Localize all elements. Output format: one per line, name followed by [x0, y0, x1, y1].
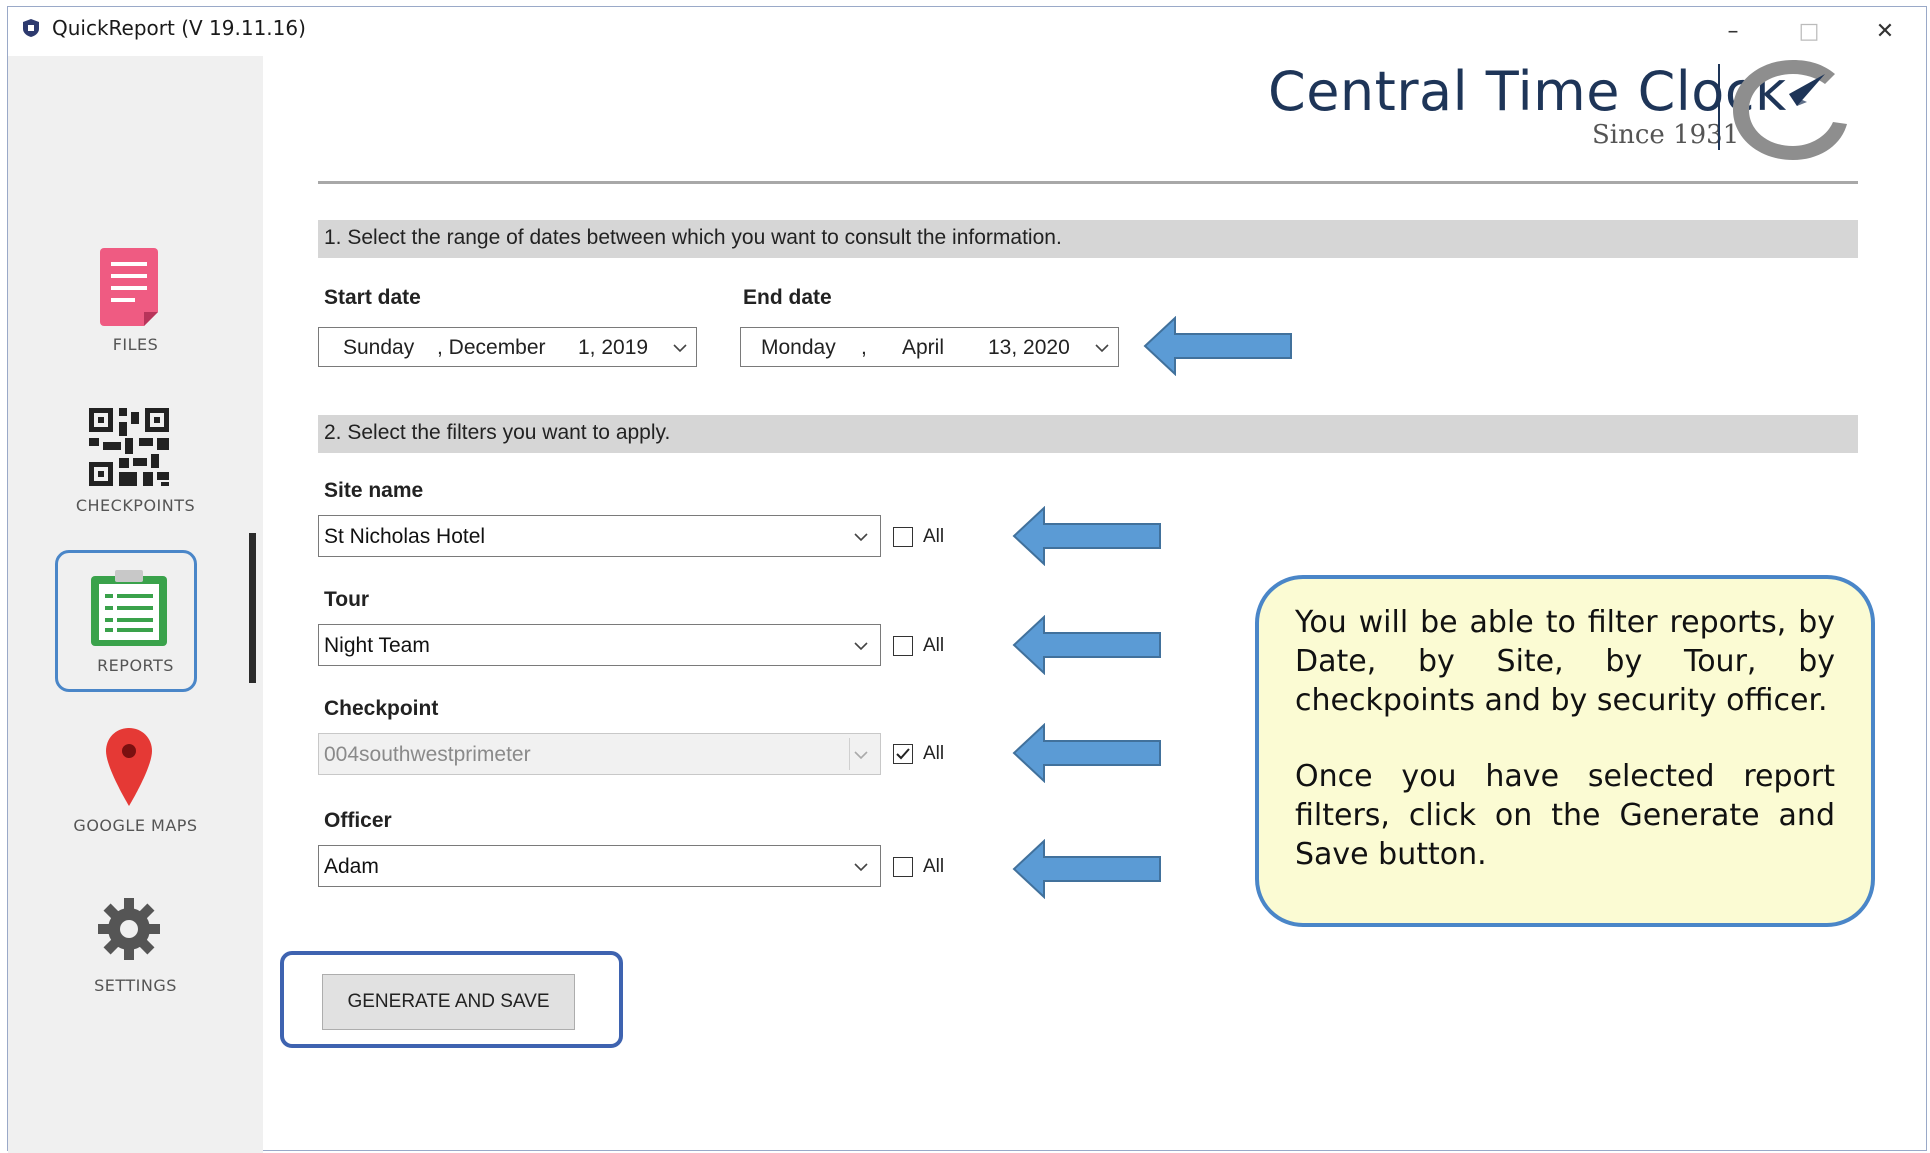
- start-month: , December: [437, 336, 546, 359]
- instruction-callout: You will be able to filter reports, by D…: [1255, 575, 1875, 927]
- logo-divider: [1718, 64, 1720, 150]
- checkmark-icon: [896, 748, 910, 760]
- app-icon: [22, 18, 40, 38]
- tour-all-checkbox[interactable]: [893, 636, 913, 656]
- qr-code-icon: [89, 408, 169, 490]
- end-comma: ,: [861, 336, 867, 359]
- arrow-left-icon: [1012, 506, 1161, 566]
- start-date-picker[interactable]: Sunday , December 1, 2019: [318, 327, 697, 367]
- window-title: QuickReport (V 19.11.16): [52, 16, 306, 40]
- gear-icon: [98, 898, 160, 964]
- start-day-year: 1, 2019: [578, 336, 649, 359]
- map-pin-icon: [106, 728, 152, 810]
- chevron-down-icon: [854, 533, 868, 542]
- sidebar-item-google-maps[interactable]: GOOGLE MAPS: [8, 816, 263, 835]
- section-2-bar: 2. Select the filters you want to apply.: [318, 415, 1858, 453]
- officer-all-label: All: [923, 856, 945, 877]
- minimize-button[interactable]: –: [1696, 8, 1770, 54]
- arrow-left-icon: [1012, 839, 1161, 899]
- arrow-left-icon: [1012, 615, 1161, 675]
- officer-select[interactable]: Adam: [318, 845, 881, 887]
- officer-label: Officer: [324, 809, 392, 832]
- end-date-picker[interactable]: Monday , April 13, 2020: [740, 327, 1119, 367]
- end-month: April: [902, 336, 945, 359]
- checkpoint-all-checkbox[interactable]: [893, 744, 913, 764]
- site-all-checkbox[interactable]: [893, 527, 913, 547]
- sidebar-scrollbar[interactable]: [249, 533, 256, 683]
- end-day-year: 13, 2020: [988, 336, 1070, 359]
- checkpoint-value: 004southwestprimeter: [324, 743, 531, 766]
- arrow-left-icon: [1143, 316, 1292, 376]
- start-date-label: Start date: [324, 286, 421, 309]
- officer-all-checkbox[interactable]: [893, 857, 913, 877]
- end-weekday: Monday: [761, 336, 836, 359]
- chevron-down-icon: [854, 751, 868, 760]
- sidebar-item-checkpoints[interactable]: CHECKPOINTS: [8, 496, 263, 515]
- end-date-label: End date: [743, 286, 832, 309]
- chevron-down-icon: [673, 344, 687, 353]
- site-all-label: All: [923, 526, 945, 547]
- tour-select[interactable]: Night Team: [318, 624, 881, 666]
- officer-value: Adam: [324, 855, 379, 878]
- close-button[interactable]: ✕: [1848, 8, 1922, 54]
- site-name-label: Site name: [324, 479, 424, 502]
- chevron-down-icon: [854, 642, 868, 651]
- sidebar-item-reports[interactable]: REPORTS: [8, 656, 263, 675]
- callout-paragraph-2: Once you have selected report filters, c…: [1295, 759, 1835, 872]
- chevron-down-icon: [1095, 344, 1109, 353]
- callout-paragraph-1: You will be able to filter reports, by D…: [1295, 605, 1835, 718]
- start-weekday: Sunday: [343, 336, 415, 359]
- maximize-button[interactable]: □: [1772, 8, 1846, 54]
- sidebar-item-settings[interactable]: SETTINGS: [8, 976, 263, 995]
- tour-value: Night Team: [324, 634, 430, 657]
- tour-label: Tour: [324, 588, 370, 611]
- section-1-heading: 1. Select the range of dates between whi…: [324, 226, 1062, 249]
- checkpoint-all-label: All: [923, 743, 945, 764]
- logo-name: Central Time Clock: [1268, 60, 1787, 123]
- section-2-heading: 2. Select the filters you want to apply.: [324, 421, 671, 444]
- clipboard-icon: [91, 570, 167, 650]
- header-divider: [318, 181, 1858, 184]
- chevron-down-icon: [854, 863, 868, 872]
- checkpoint-label: Checkpoint: [324, 697, 439, 720]
- logo-clock-icon: [1731, 60, 1849, 164]
- generate-and-save-button[interactable]: GENERATE AND SAVE: [322, 974, 575, 1030]
- checkpoint-select[interactable]: 004southwestprimeter: [318, 733, 881, 775]
- files-icon: [100, 248, 158, 330]
- section-1-bar: 1. Select the range of dates between whi…: [318, 220, 1858, 258]
- tour-all-label: All: [923, 635, 945, 656]
- site-name-value: St Nicholas Hotel: [324, 525, 486, 548]
- arrow-left-icon: [1012, 723, 1161, 783]
- site-name-select[interactable]: St Nicholas Hotel: [318, 515, 881, 557]
- sidebar-item-files[interactable]: FILES: [8, 335, 263, 354]
